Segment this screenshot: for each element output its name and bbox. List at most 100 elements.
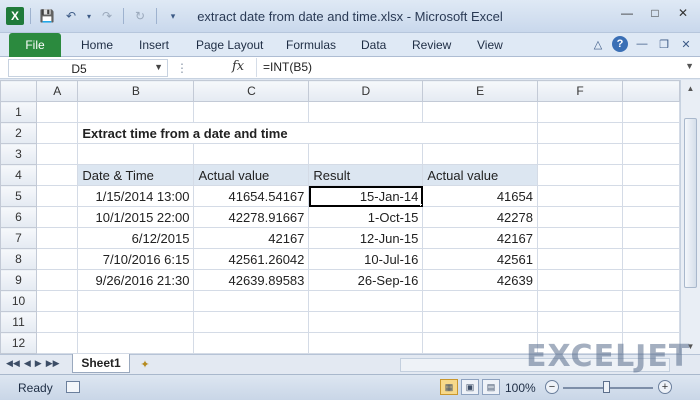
cell[interactable] — [36, 206, 79, 228]
table-cell[interactable]: 1/15/2014 13:00 — [77, 185, 195, 207]
row-header-9[interactable]: 9 — [0, 269, 38, 291]
cell[interactable] — [622, 164, 680, 186]
tab-insert[interactable]: Insert — [139, 38, 169, 52]
row-header-1[interactable]: 1 — [0, 101, 38, 123]
table-cell[interactable]: 42167 — [193, 227, 310, 249]
select-all-corner[interactable] — [0, 80, 38, 102]
table-cell[interactable]: 7/10/2016 6:15 — [77, 248, 195, 270]
cell[interactable] — [422, 101, 538, 123]
table-cell[interactable]: 26-Sep-16 — [308, 269, 424, 291]
tab-page-layout[interactable]: Page Layout — [196, 38, 263, 52]
minimize-icon[interactable]: — — [614, 4, 640, 22]
table-cell[interactable]: 10/1/2015 22:00 — [77, 206, 195, 228]
cell[interactable] — [77, 311, 195, 333]
cell[interactable] — [36, 248, 79, 270]
workbook-restore-icon[interactable]: ❐ — [656, 36, 672, 52]
row-header-5[interactable]: 5 — [0, 185, 38, 207]
cell[interactable] — [193, 290, 310, 312]
column-header-e[interactable]: E — [422, 80, 538, 102]
cell[interactable] — [536, 227, 624, 249]
active-cell[interactable]: 15-Jan-14 — [308, 185, 424, 207]
tab-view[interactable]: View — [477, 38, 503, 52]
table-cell[interactable]: 12-Jun-15 — [308, 227, 424, 249]
normal-view-icon[interactable]: ▦ — [440, 379, 458, 395]
tab-formulas[interactable]: Formulas — [286, 38, 336, 52]
cell[interactable] — [622, 269, 680, 291]
cell[interactable] — [36, 143, 79, 165]
cell[interactable] — [622, 248, 680, 270]
zoom-in-icon[interactable]: + — [658, 380, 672, 394]
column-header-blank[interactable] — [622, 80, 680, 102]
cell[interactable] — [536, 290, 624, 312]
cell[interactable] — [622, 206, 680, 228]
row-header-2[interactable]: 2 — [0, 122, 38, 144]
tab-home[interactable]: Home — [81, 38, 113, 52]
expand-formula-bar-icon[interactable]: ▼ — [685, 61, 694, 71]
row-header-12[interactable]: 12 — [0, 332, 38, 354]
table-cell[interactable]: 42639.89583 — [193, 269, 310, 291]
customize-qat-icon[interactable]: ▾ — [163, 6, 183, 26]
scroll-up-icon[interactable]: ▲ — [681, 80, 700, 96]
cell[interactable] — [622, 290, 680, 312]
cell[interactable] — [422, 290, 538, 312]
cell[interactable] — [77, 101, 195, 123]
table-cell[interactable]: 9/26/2016 21:30 — [77, 269, 195, 291]
cell[interactable] — [422, 311, 538, 333]
workbook-close-icon[interactable]: ✕ — [678, 36, 694, 52]
chevron-down-icon[interactable]: ▼ — [154, 62, 163, 72]
cell[interactable] — [36, 185, 79, 207]
cell[interactable] — [193, 311, 310, 333]
table-cell[interactable]: 42561.26042 — [193, 248, 310, 270]
row-header-10[interactable]: 10 — [0, 290, 38, 312]
cell[interactable] — [308, 101, 424, 123]
cell[interactable] — [36, 227, 79, 249]
zoom-slider-thumb[interactable] — [603, 381, 610, 393]
cell[interactable] — [622, 311, 680, 333]
insert-sheet-icon[interactable]: ✦ — [136, 356, 154, 372]
table-header-actual-value[interactable]: Actual value — [193, 164, 310, 186]
undo-dropdown-icon[interactable]: ▾ — [85, 6, 93, 26]
close-icon[interactable]: ✕ — [670, 4, 696, 22]
table-cell[interactable]: 10-Jul-16 — [308, 248, 424, 270]
tab-review[interactable]: Review — [412, 38, 451, 52]
cell[interactable] — [193, 332, 310, 354]
table-cell[interactable]: 42639 — [422, 269, 538, 291]
macro-record-icon[interactable] — [66, 381, 80, 393]
cell[interactable] — [36, 332, 79, 354]
cell[interactable] — [193, 143, 310, 165]
cell[interactable] — [536, 143, 624, 165]
cell[interactable] — [536, 185, 624, 207]
cell[interactable] — [308, 143, 424, 165]
table-cell[interactable]: 6/12/2015 — [77, 227, 195, 249]
cell[interactable] — [422, 332, 538, 354]
cell[interactable] — [77, 290, 195, 312]
cell[interactable] — [77, 332, 195, 354]
formula-bar-grip[interactable]: ⋮ — [176, 59, 226, 77]
cell[interactable] — [308, 332, 424, 354]
zoom-out-icon[interactable]: − — [545, 380, 559, 394]
fill-handle[interactable] — [420, 204, 422, 206]
column-header-c[interactable]: C — [193, 80, 310, 102]
cell[interactable] — [622, 122, 680, 144]
cell[interactable] — [536, 206, 624, 228]
column-header-b[interactable]: B — [77, 80, 195, 102]
table-header-actual-value-2[interactable]: Actual value — [422, 164, 538, 186]
cell[interactable] — [36, 290, 79, 312]
name-box[interactable]: D5 ▼ — [8, 59, 168, 77]
cell[interactable] — [536, 311, 624, 333]
row-header-11[interactable]: 11 — [0, 311, 38, 333]
tab-file[interactable]: File — [9, 33, 61, 57]
cell[interactable] — [536, 269, 624, 291]
column-header-f[interactable]: F — [536, 80, 624, 102]
sheet-tab-sheet1[interactable]: Sheet1 — [72, 354, 130, 373]
cell[interactable] — [36, 311, 79, 333]
cell[interactable] — [36, 122, 79, 144]
workbook-minimize-icon[interactable]: — — [634, 36, 650, 52]
row-header-8[interactable]: 8 — [0, 248, 38, 270]
minimize-ribbon-icon[interactable]: △ — [590, 36, 606, 52]
table-cell[interactable]: 41654.54167 — [193, 185, 310, 207]
table-header-result[interactable]: Result — [308, 164, 424, 186]
tab-data[interactable]: Data — [361, 38, 386, 52]
cell[interactable] — [36, 101, 79, 123]
cell[interactable] — [308, 290, 424, 312]
